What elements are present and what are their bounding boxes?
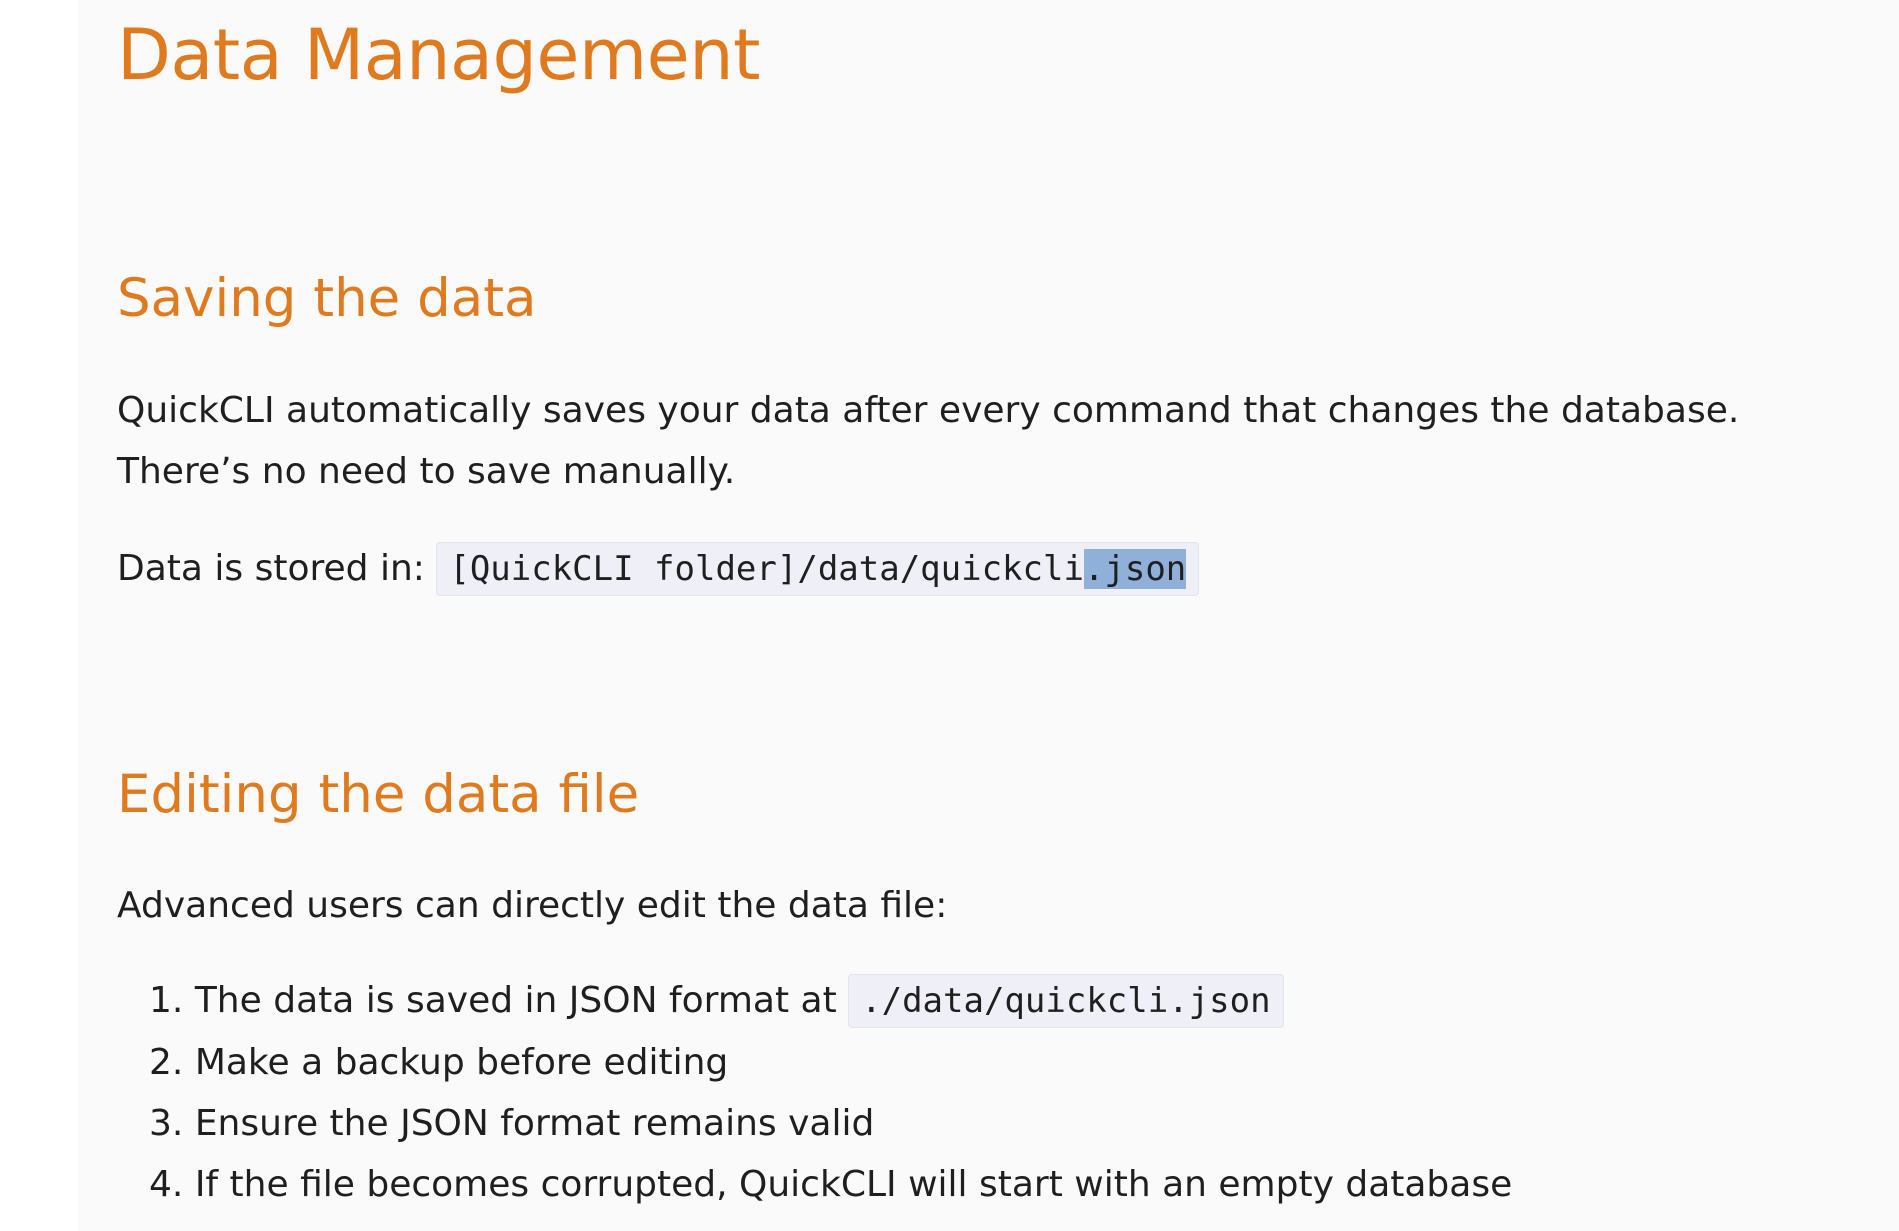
heading-editing-the-data-file: Editing the data file xyxy=(117,764,640,825)
page-title: Data Management xyxy=(117,14,761,96)
list-item-text[interactable]: Make a backup before editing xyxy=(195,1042,728,1083)
saving-paragraph: QuickCLI automatically saves your data a… xyxy=(117,390,1740,492)
list-item-number: 1. xyxy=(149,980,184,1021)
list-item-text[interactable]: Ensure the JSON format remains valid xyxy=(195,1103,875,1144)
selected-text-highlight[interactable]: .json xyxy=(1083,549,1187,589)
editing-steps-list: 1. The data is saved in JSON format at .… xyxy=(149,970,1512,1215)
heading-saving-the-data: Saving the data xyxy=(117,268,537,329)
storage-location-line: Data is stored in: [QuickCLI folder]/dat… xyxy=(117,538,1877,600)
storage-path-text[interactable]: [QuickCLI folder]/data/quickcli xyxy=(449,549,1084,589)
list-item-number: 4. xyxy=(149,1164,184,1205)
list-item-number: 3. xyxy=(149,1103,184,1144)
storage-location-label: Data is stored in: xyxy=(117,548,425,589)
list-item: 3. Ensure the JSON format remains valid xyxy=(149,1093,1512,1154)
list-item-text[interactable]: If the file becomes corrupted, QuickCLI … xyxy=(195,1164,1512,1205)
data-file-path-code[interactable]: ./data/quickcli.json xyxy=(848,974,1284,1028)
storage-path-code[interactable]: [QuickCLI folder]/data/quickcli.json xyxy=(436,542,1200,596)
list-item: 4. If the file becomes corrupted, QuickC… xyxy=(149,1154,1512,1215)
editing-intro: Advanced users can directly edit the dat… xyxy=(117,885,948,926)
list-item: 2. Make a backup before editing xyxy=(149,1032,1512,1093)
list-item-text[interactable]: The data is saved in JSON format at xyxy=(195,980,837,1021)
list-item-number: 2. xyxy=(149,1042,184,1083)
list-item: 1. The data is saved in JSON format at .… xyxy=(149,970,1512,1032)
